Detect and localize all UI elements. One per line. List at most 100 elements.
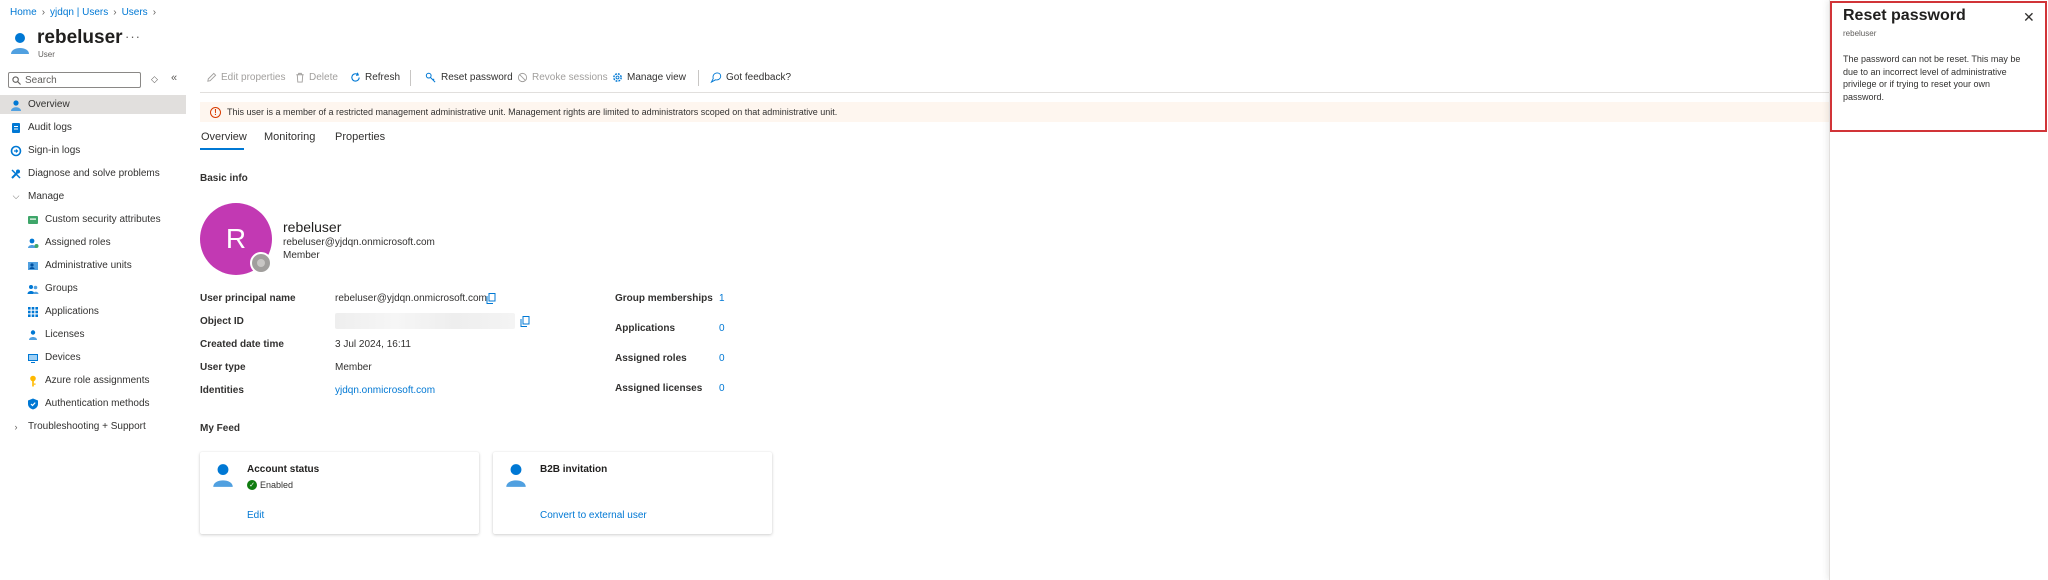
feedback-label: Got feedback? [726,72,792,83]
tab-properties[interactable]: Properties [335,131,385,143]
chevron-right-icon: › [41,7,46,18]
prop-label-identities: Identities [200,385,244,396]
search-icon [12,75,21,85]
user-icon [11,99,21,111]
more-options-button[interactable]: ··· [125,29,141,44]
refresh-button[interactable]: Refresh [350,72,400,83]
breadcrumb: Home › yjdqn | Users › Users › [10,7,156,18]
sidebar-item-overview[interactable]: Overview [0,95,186,114]
check-circle-icon: ✓ [247,480,257,490]
stat-label-assigned-licenses: Assigned licenses [615,383,703,394]
tag-icon [28,215,38,224]
sidebar-item-devices[interactable]: Devices [0,348,186,367]
prop-value-upn: rebeluser@yjdqn.onmicrosoft.com [335,293,487,304]
stat-value-assigned-roles[interactable]: 0 [719,353,725,364]
stat-label-assigned-roles: Assigned roles [615,353,687,364]
identities-link[interactable]: yjdqn.onmicrosoft.com [335,385,435,396]
prop-label-created: Created date time [200,339,284,350]
stat-value-assigned-licenses[interactable]: 0 [719,383,725,394]
log-icon [12,122,20,133]
feedback-icon [710,72,722,83]
sidebar-group-manage[interactable]: ⌵ Manage [0,187,186,206]
signin-icon [10,145,22,156]
prop-value-user-type: Member [335,362,372,373]
user-icon [506,464,526,487]
user-icon [213,464,233,487]
close-icon[interactable]: ✕ [2023,9,2035,26]
sidebar-item-administrative-units[interactable]: Administrative units [0,256,186,275]
sidebar-search [8,72,141,88]
profile-member-type: Member [283,250,320,261]
panel-title: Reset password [1843,7,1966,24]
admin-units-icon [28,261,38,270]
sidebar-item-label: Azure role assignments [45,375,150,386]
account-status-value: Enabled [260,480,294,490]
manage-view-label: Manage view [627,72,686,83]
sidebar-item-label: Audit logs [28,122,72,133]
tab-overview[interactable]: Overview [201,131,247,143]
restricted-unit-banner: ! This user is a member of a restricted … [200,102,1830,122]
page-title: rebeluser [37,27,123,48]
sidebar-item-label: Authentication methods [45,398,150,409]
tab-monitoring[interactable]: Monitoring [264,131,315,143]
sidebar-item-azure-role-assignments[interactable]: Azure role assignments [0,371,186,390]
copy-icon[interactable] [486,293,496,304]
sidebar-item-sign-in-logs[interactable]: Sign-in logs [0,141,186,160]
user-icon [11,33,29,54]
sidebar-item-groups[interactable]: Groups [0,279,186,298]
banner-text: This user is a member of a restricted ma… [227,107,838,117]
b2b-invitation-card: B2B invitation Convert to external user [493,452,772,534]
warning-icon: ! [210,106,221,118]
groups-icon [27,284,39,294]
breadcrumb-directory-users[interactable]: yjdqn | Users [50,7,108,18]
revoke-sessions-button[interactable]: Revoke sessions [517,72,608,83]
sidebar-item-applications[interactable]: Applications [0,302,186,321]
key-icon [425,72,436,83]
card-title: Account status [247,464,320,475]
panel-subtitle: rebeluser [1843,29,1877,38]
sidebar-item-custom-security-attributes[interactable]: Custom security attributes [0,210,186,229]
toolbar-divider-line [200,92,1830,93]
key-icon [30,375,36,386]
breadcrumb-users[interactable]: Users [122,7,148,18]
filter-icon[interactable]: ◇ [151,74,158,85]
sidebar-item-audit-logs[interactable]: Audit logs [0,118,186,137]
sidebar-item-authentication-methods[interactable]: Authentication methods [0,394,186,413]
sidebar-item-licenses[interactable]: Licenses [0,325,186,344]
stat-value-group-memberships[interactable]: 1 [719,293,725,304]
sidebar-item-label: Administrative units [45,260,132,271]
sidebar-item-assigned-roles[interactable]: Assigned roles [0,233,186,252]
account-status: ✓ Enabled [247,480,293,490]
collapse-sidebar-button[interactable]: « [171,72,177,84]
delete-button[interactable]: Delete [295,72,338,83]
active-tab-indicator [200,148,244,150]
sidebar-item-label: Custom security attributes [45,214,161,225]
block-icon [517,72,528,83]
profile-email: rebeluser@yjdqn.onmicrosoft.com [283,237,435,248]
card-title: B2B invitation [540,464,608,475]
sidebar-item-diagnose[interactable]: Diagnose and solve problems [0,164,186,183]
sidebar-item-label: Diagnose and solve problems [28,168,160,179]
feedback-button[interactable]: Got feedback? [710,72,791,83]
stat-label-applications: Applications [615,323,676,334]
my-feed-heading: My Feed [200,423,241,434]
edit-properties-label: Edit properties [221,72,286,83]
manage-view-button[interactable]: Manage view [612,72,686,83]
sidebar-group-troubleshooting[interactable]: › Troubleshooting + Support [0,417,186,436]
edit-account-status-link[interactable]: Edit [247,510,264,521]
sidebar-item-label: Applications [45,306,99,317]
breadcrumb-home[interactable]: Home [10,7,37,18]
presence-dot [257,259,265,267]
sidebar-item-label: Manage [28,191,65,202]
object-id-redacted [335,313,515,329]
reset-password-button[interactable]: Reset password [425,72,513,83]
edit-properties-button[interactable]: Edit properties [206,72,285,83]
copy-icon[interactable] [520,316,530,327]
reset-password-label: Reset password [441,72,513,83]
convert-external-user-link[interactable]: Convert to external user [540,510,647,521]
roles-icon [28,238,39,248]
stat-value-applications[interactable]: 0 [719,323,725,334]
sidebar-item-label: Licenses [45,329,85,340]
chevron-right-icon: › [152,7,157,18]
search-input[interactable] [25,74,140,86]
